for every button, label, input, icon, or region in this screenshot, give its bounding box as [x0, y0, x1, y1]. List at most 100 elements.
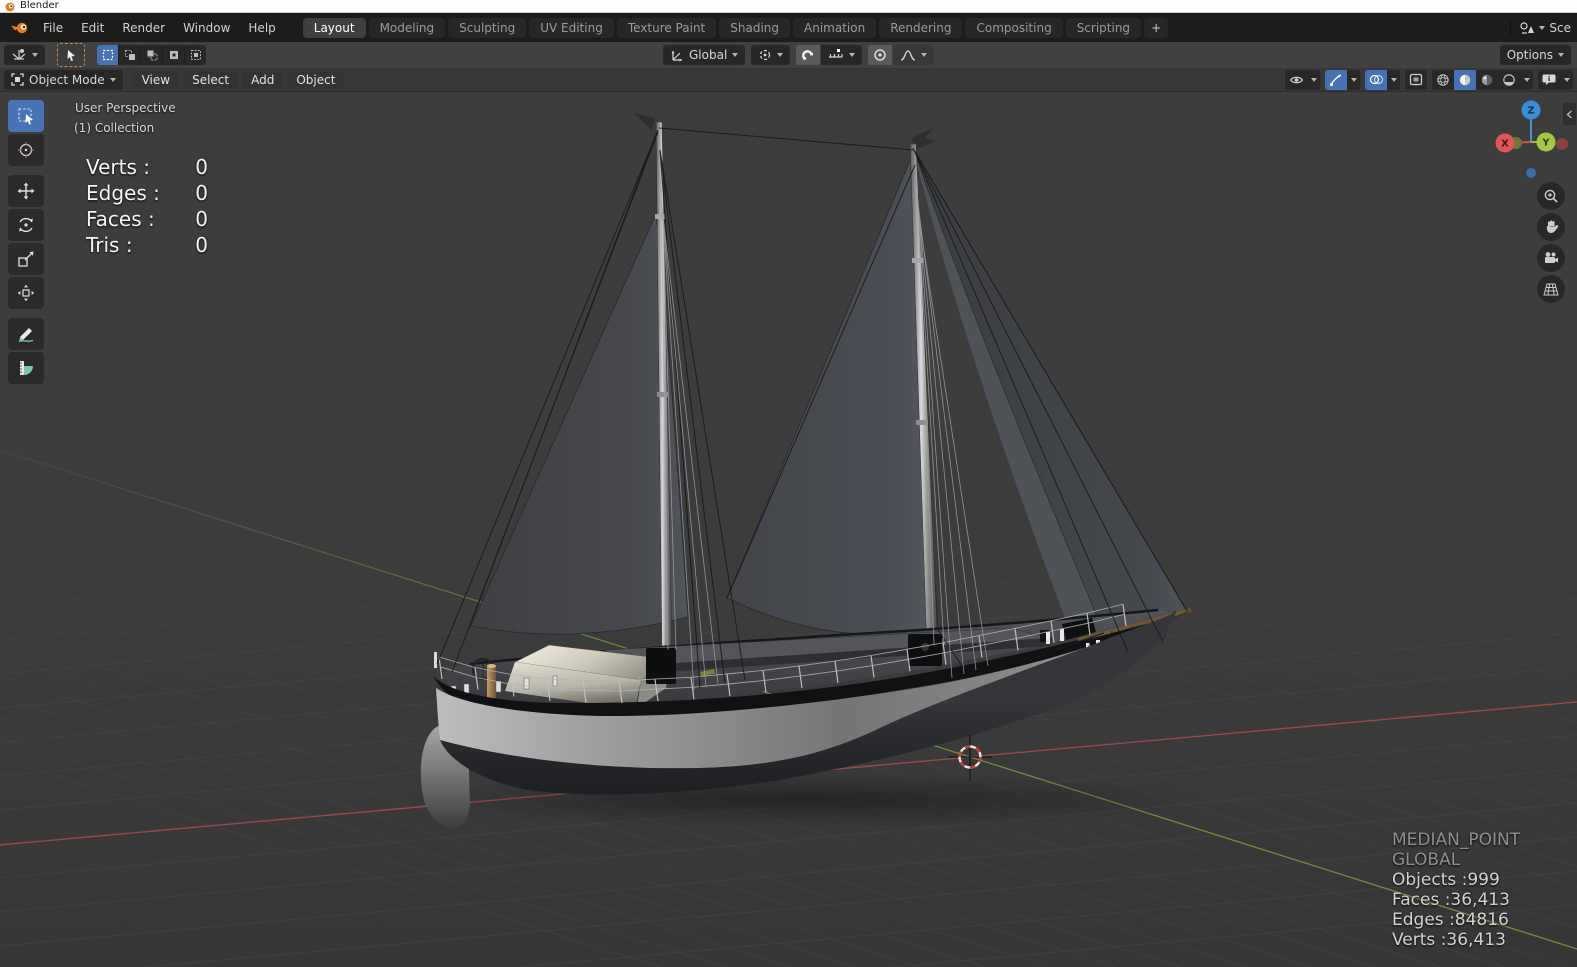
- shading-rendered-button[interactable]: [1498, 70, 1520, 90]
- tab-compositing[interactable]: Compositing: [965, 17, 1063, 38]
- pivot-point-icon: [760, 49, 771, 61]
- tool-scale[interactable]: [8, 243, 44, 275]
- tool-cursor[interactable]: [8, 134, 44, 166]
- select-mode-subtract[interactable]: [141, 45, 162, 65]
- cursor-tool-icon: [18, 142, 34, 158]
- tab-rendering[interactable]: Rendering: [879, 17, 963, 38]
- axis-x-neg-handle[interactable]: [1556, 138, 1568, 150]
- ortho-toggle-button[interactable]: [1537, 275, 1565, 303]
- shading-dropdown[interactable]: [1520, 70, 1533, 90]
- stat-verts: Verts : 0: [86, 155, 208, 179]
- proportional-falloff-dropdown[interactable]: [893, 45, 935, 65]
- menu-view[interactable]: View: [132, 70, 180, 89]
- rotate-tool-icon: [19, 217, 33, 233]
- sidebar-toggle[interactable]: [1563, 103, 1576, 125]
- mode-dropdown[interactable]: Object Mode: [4, 69, 123, 90]
- tab-uv-editing[interactable]: UV Editing: [529, 17, 614, 38]
- select-mode-invert[interactable]: [163, 45, 184, 65]
- gizmos-dropdown[interactable]: [1325, 69, 1360, 90]
- viewport-canvas[interactable]: User Perspective (1) Collection Verts : …: [0, 92, 1577, 967]
- tab-scripting[interactable]: Scripting: [1065, 17, 1142, 38]
- verts-count: Verts :36,413: [1392, 930, 1506, 950]
- select-mode-extend[interactable]: [119, 45, 140, 65]
- options-label: Options: [1506, 48, 1553, 62]
- select-intersect-icon: [190, 50, 201, 60]
- tool-move[interactable]: [8, 175, 44, 207]
- menu-object[interactable]: Object: [287, 70, 345, 89]
- view-perspective-label: User Perspective: [75, 101, 176, 115]
- menu-window[interactable]: Window: [174, 18, 239, 38]
- snap-toggle[interactable]: [796, 45, 821, 65]
- tool-select-box[interactable]: [8, 100, 44, 132]
- faces-count: Faces :36,413: [1392, 890, 1510, 910]
- measure-ruler-icon: [20, 361, 33, 375]
- menu-help[interactable]: Help: [239, 18, 284, 38]
- shading-material-button[interactable]: [1476, 70, 1498, 90]
- os-title-bar[interactable]: Blender: [0, 0, 1577, 13]
- menu-edit[interactable]: Edit: [72, 18, 113, 38]
- snap-target-dropdown[interactable]: [821, 45, 863, 65]
- scene-name: Sce: [1549, 20, 1571, 35]
- tool-measure[interactable]: [8, 352, 44, 384]
- select-invert-icon: [169, 51, 178, 59]
- chevron-down-icon: [1563, 77, 1570, 82]
- pan-button[interactable]: [1537, 213, 1565, 241]
- object-visibility-dropdown[interactable]: [1285, 69, 1320, 90]
- tab-sculpting[interactable]: Sculpting: [448, 17, 527, 38]
- tab-shading[interactable]: Shading: [719, 17, 790, 38]
- chevron-down-icon: [777, 53, 784, 57]
- select-extend-icon: [124, 50, 135, 60]
- mode-label: Object Mode: [29, 72, 105, 87]
- viewport-header-right: [1285, 69, 1573, 90]
- gizmo-icon: [1329, 73, 1342, 86]
- menu-select[interactable]: Select: [183, 70, 239, 89]
- editor-type-button[interactable]: [4, 45, 45, 65]
- stat-faces: Faces : 0: [86, 207, 208, 231]
- annotate-pencil-icon: [18, 328, 34, 343]
- chevron-down-icon: [32, 53, 38, 57]
- menu-add[interactable]: Add: [242, 70, 284, 89]
- overlays-dropdown[interactable]: [1365, 69, 1400, 90]
- active-tool-indicator[interactable]: [57, 43, 85, 67]
- edges-count: Edges :84816: [1392, 910, 1509, 930]
- pivot-label: MEDIAN_POINT: [1392, 830, 1521, 850]
- add-workspace-button[interactable]: +: [1144, 17, 1169, 38]
- viewport-nav-buttons: [1537, 182, 1565, 303]
- xray-toggle[interactable]: [1405, 69, 1427, 90]
- transform-orientation-dropdown[interactable]: Global: [663, 45, 746, 65]
- shading-wireframe-button[interactable]: [1432, 70, 1454, 90]
- camera-view-button[interactable]: [1537, 244, 1565, 272]
- menu-render[interactable]: Render: [113, 18, 174, 38]
- select-mode-intersect[interactable]: [185, 45, 206, 65]
- scene-stats-overlay: MEDIAN_POINT GLOBAL Objects :999 Faces :…: [1392, 830, 1520, 950]
- transform-tool-icon: [17, 284, 35, 302]
- select-subtract-icon: [147, 50, 157, 61]
- tab-layout[interactable]: Layout: [302, 17, 366, 38]
- orientation-axes-icon: [671, 51, 682, 62]
- pivot-point-dropdown[interactable]: [751, 45, 791, 65]
- options-button[interactable]: Options: [1499, 45, 1571, 65]
- scene-3d[interactable]: [0, 92, 1577, 967]
- proportional-editing-toggle[interactable]: [868, 45, 893, 65]
- tab-modeling[interactable]: Modeling: [368, 17, 446, 38]
- tool-transform[interactable]: [8, 277, 44, 309]
- tool-annotate[interactable]: [8, 318, 44, 350]
- menu-file[interactable]: File: [34, 18, 72, 38]
- tab-animation[interactable]: Animation: [793, 17, 877, 38]
- editor-3d-viewport-icon: [12, 49, 26, 60]
- select-mode-set[interactable]: [97, 45, 118, 65]
- axis-x-label: X: [1501, 139, 1509, 150]
- viewport-info-dropdown[interactable]: [1538, 69, 1573, 90]
- axis-z-neg-handle[interactable]: [1526, 168, 1536, 178]
- zoom-button[interactable]: [1537, 182, 1565, 210]
- tool-rotate[interactable]: [8, 209, 44, 241]
- chevron-down-icon: [109, 77, 116, 82]
- visibility-eye-icon: [1289, 76, 1303, 83]
- scene-selector[interactable]: Sce: [1510, 20, 1571, 35]
- shading-solid-button[interactable]: [1454, 69, 1476, 90]
- overlays-icon: [1369, 74, 1383, 85]
- move-tool-icon: [17, 182, 35, 200]
- blender-logo-icon[interactable]: [10, 21, 30, 35]
- falloff-curve-icon: [901, 49, 916, 61]
- tab-texture-paint[interactable]: Texture Paint: [616, 17, 717, 38]
